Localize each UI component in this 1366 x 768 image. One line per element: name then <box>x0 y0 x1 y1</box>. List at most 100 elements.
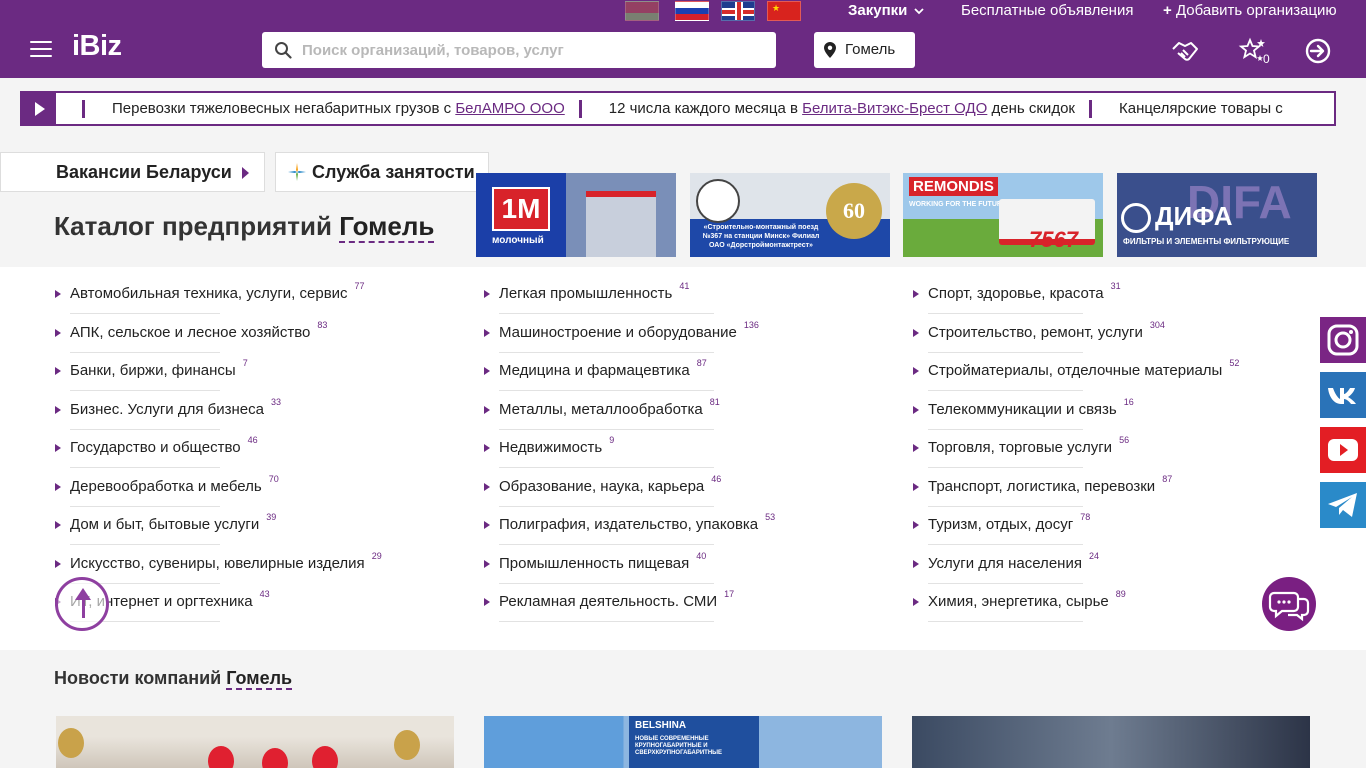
youtube-icon[interactable] <box>1320 427 1366 473</box>
banner-brand: REMONDIS <box>909 177 998 196</box>
banner-difa[interactable]: DIFA ДИФА ФИЛЬТРЫ И ЭЛЕМЕНТЫ ФИЛЬТРУЮЩИЕ <box>1117 173 1317 257</box>
divider <box>928 505 1083 507</box>
instagram-icon[interactable] <box>1320 317 1366 363</box>
divider <box>70 351 220 353</box>
play-icon[interactable] <box>22 93 56 124</box>
balloon-image <box>262 748 288 768</box>
chat-bubbles-icon <box>1268 591 1310 622</box>
catalog-item[interactable]: Автомобильная техника, услуги, сервис 77 <box>55 281 365 314</box>
bullet-icon <box>484 559 490 568</box>
divider <box>499 428 714 430</box>
bullet-icon <box>55 521 61 529</box>
catalog-item[interactable]: Государство и общество 46 <box>55 435 258 468</box>
catalog-item[interactable]: Деревообработка и мебель 70 <box>55 474 279 507</box>
bullet-icon <box>484 444 490 452</box>
catalog-item-count: 70 <box>268 473 279 484</box>
menu-icon[interactable] <box>30 41 52 57</box>
flag-russia-icon[interactable] <box>675 1 709 21</box>
balloon-image <box>312 746 338 768</box>
catalog-item[interactable]: Машиностроение и оборудование 136 <box>484 320 759 353</box>
catalog-item[interactable]: Бизнес. Услуги для бизнеса 33 <box>55 397 281 430</box>
login-icon[interactable] <box>1303 36 1333 66</box>
catalog-item[interactable]: Легкая промышленность 41 <box>484 281 714 314</box>
sparkle-icon <box>288 163 306 181</box>
catalog-item[interactable]: Стройматериалы, отделочные материалы 52 <box>913 358 1239 391</box>
catalog-item-count: 46 <box>247 435 258 445</box>
handshake-icon[interactable] <box>1170 36 1200 66</box>
search-input[interactable] <box>302 32 762 68</box>
banner-phone: 7567 <box>1029 227 1078 252</box>
banner-smp-367[interactable]: 60 «Строительно-монтажный поезд №367 на … <box>690 173 890 257</box>
catalog-item[interactable]: Недвижимость 9 <box>484 435 714 468</box>
add-organization-link[interactable]: + Добавить организацию <box>1163 2 1337 19</box>
bullet-icon <box>484 405 490 414</box>
catalog-item[interactable]: Туризм, отдых, досуг 78 <box>913 512 1090 545</box>
catalog-item[interactable]: АПК, сельское и лесное хозяйство 83 <box>55 320 327 353</box>
anniversary-badge: 60 <box>826 183 882 239</box>
news-city-link[interactable]: Гомель <box>226 668 293 690</box>
banner-1m-molochny[interactable]: 1M молочный <box>476 173 676 257</box>
news-card[interactable] <box>56 716 454 768</box>
catalog-item[interactable]: Дом и быт, бытовые услуги 39 <box>55 512 276 545</box>
news-card[interactable] <box>912 716 1310 768</box>
catalog-item[interactable]: Телекоммуникации и связь 16 <box>913 397 1134 430</box>
catalog-item-count: 56 <box>1119 435 1130 445</box>
catalog-item-name: Рекламная деятельность. СМИ <box>499 593 718 610</box>
catalog-item[interactable]: Спорт, здоровье, красота 31 <box>913 281 1121 314</box>
catalog-item[interactable]: Услуги для населения 24 <box>913 551 1099 584</box>
bullet-icon <box>913 559 919 568</box>
news-card[interactable]: BELSHINA НОВЫЕ СОВРЕМЕННЫЕ КРУПНОГАБАРИТ… <box>484 716 882 768</box>
catalog-item-name: Полиграфия, издательство, упаковка <box>499 516 759 533</box>
catalog-item-count: 33 <box>270 396 281 407</box>
banner-remondis[interactable]: REMONDIS WORKING FOR THE FUTURE 7567 <box>903 173 1103 257</box>
zakupki-menu[interactable]: Закупки <box>848 2 924 19</box>
news-title-text: Новости компаний <box>54 668 222 688</box>
telegram-icon[interactable] <box>1320 482 1366 528</box>
catalog-item-name: Услуги для населения <box>928 554 1082 572</box>
arrow-right-icon <box>242 167 249 179</box>
catalog-item-count: 24 <box>1088 550 1099 561</box>
chat-icon[interactable] <box>1262 577 1316 631</box>
top-strip: ★ Закупки Бесплатные объявления + Добави… <box>0 0 1366 22</box>
news-ticker: Перевозки тяжеловесных негабаритных груз… <box>20 91 1336 126</box>
tab-employment[interactable]: Служба занятости <box>275 152 489 192</box>
catalog-item[interactable]: Искусство, сувениры, ювелирные изделия 29 <box>55 551 382 584</box>
catalog-item[interactable]: Медицина и фармацевтика 87 <box>484 358 714 391</box>
catalog-item[interactable]: Банки, биржи, финансы 7 <box>55 358 248 391</box>
catalog-item-name: Искусство, сувениры, ювелирные изделия <box>70 554 365 572</box>
search-box[interactable] <box>262 32 776 68</box>
catalog-item-count: 9 <box>609 435 615 445</box>
flag-belarus-icon[interactable] <box>625 1 659 21</box>
divider <box>70 505 220 507</box>
catalog-item[interactable]: Торговля, торговые услуги 56 <box>913 435 1129 468</box>
flag-uk-icon[interactable] <box>721 1 755 21</box>
gear-icon <box>1121 203 1151 233</box>
catalog-item[interactable]: Строительство, ремонт, услуги 304 <box>913 320 1165 353</box>
arrow-up-icon[interactable] <box>55 577 109 631</box>
logo[interactable]: iBiz <box>72 30 122 63</box>
catalog-city-link[interactable]: Гомель <box>339 211 435 243</box>
catalog-item[interactable]: Рекламная деятельность. СМИ 17 <box>484 589 734 622</box>
flag-china-icon[interactable]: ★ <box>767 1 801 21</box>
chevron-down-icon <box>913 8 924 15</box>
divider <box>928 313 1083 314</box>
catalog-item[interactable]: Транспорт, логистика, перевозки 87 <box>913 474 1172 507</box>
city-selector[interactable]: Гомель <box>814 32 915 68</box>
catalog-item[interactable]: Химия, энергетика, сырье 89 <box>913 589 1126 622</box>
catalog-item-name: Телекоммуникации и связь <box>928 400 1117 418</box>
poster-brand: BELSHINA <box>635 720 687 731</box>
catalog-item[interactable]: Полиграфия, издательство, упаковка 53 <box>484 512 775 545</box>
free-ads-link[interactable]: Бесплатные объявления <box>961 2 1133 19</box>
ticker-link[interactable]: БелАМРО ООО <box>455 100 564 117</box>
bullet-icon <box>55 444 61 452</box>
catalog-item[interactable]: Промышленность пищевая 40 <box>484 551 714 584</box>
search-icon[interactable] <box>274 41 292 59</box>
add-organization-label: Добавить организацию <box>1175 2 1337 19</box>
catalog-item[interactable]: Металлы, металлообработка 81 <box>484 397 720 430</box>
tab-vacancies[interactable]: Вакансии Беларуси <box>0 152 265 192</box>
seal-logo <box>696 179 740 223</box>
city-label: Гомель <box>845 41 896 58</box>
vk-icon[interactable] <box>1320 372 1366 418</box>
ticker-link[interactable]: Белита-Витэкс-Брест ОДО <box>802 100 987 117</box>
catalog-item[interactable]: Образование, наука, карьера 46 <box>484 474 721 507</box>
